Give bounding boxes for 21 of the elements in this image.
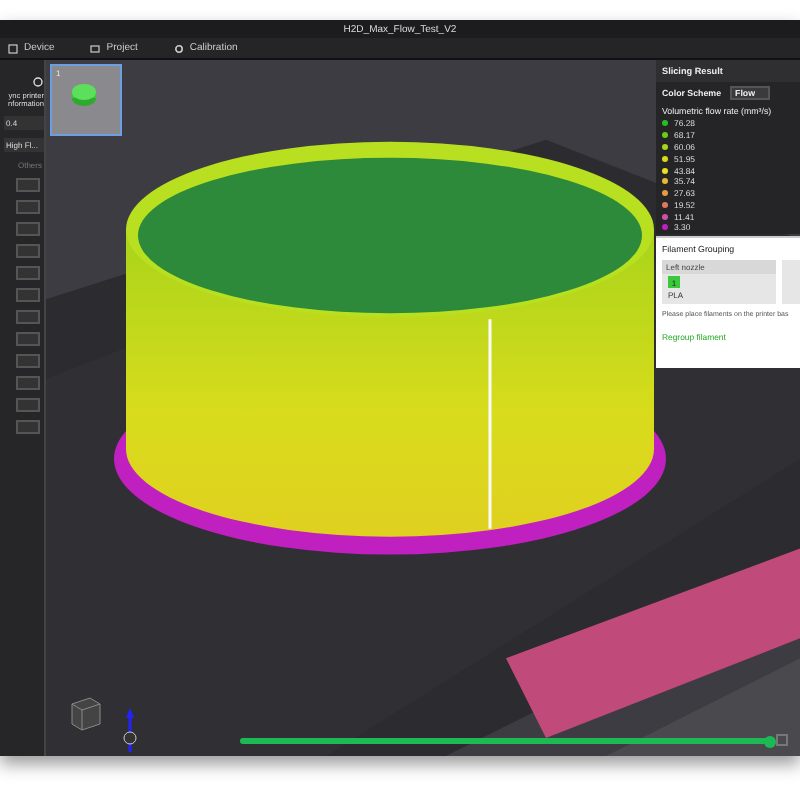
value-field[interactable] — [16, 332, 40, 347]
value-field[interactable] — [16, 266, 40, 281]
sync-icon[interactable] — [32, 76, 44, 88]
value-field[interactable] — [16, 398, 40, 413]
device-icon — [8, 43, 18, 53]
value-field[interactable] — [16, 222, 40, 237]
layer-slider[interactable] — [240, 738, 772, 744]
value-field[interactable] — [16, 178, 40, 193]
value-field[interactable] — [16, 310, 40, 325]
nozzle-card — [781, 260, 800, 304]
value-field[interactable] — [16, 420, 40, 435]
value-field[interactable] — [16, 354, 40, 369]
disk-icon — [72, 84, 96, 106]
value-field[interactable] — [16, 244, 40, 259]
value-field[interactable] — [16, 200, 40, 215]
project-icon — [90, 43, 101, 53]
axis-gizmo-icon[interactable] — [122, 708, 138, 752]
view-cube-icon[interactable] — [66, 692, 106, 732]
value-field[interactable] — [16, 376, 40, 391]
calibration-icon — [173, 43, 184, 53]
value-field[interactable] — [16, 288, 40, 303]
